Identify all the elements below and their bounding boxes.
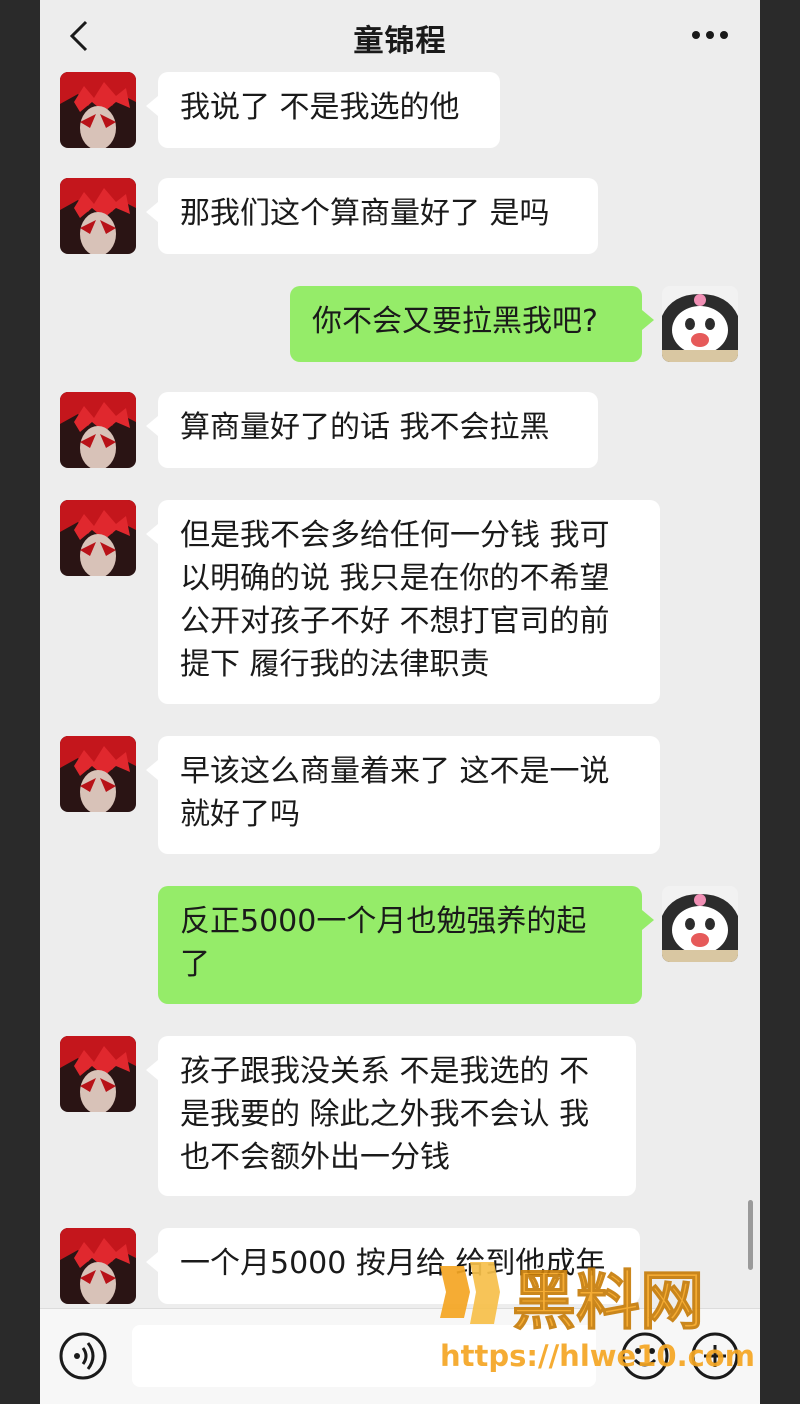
bottom-input-bar <box>40 1308 760 1404</box>
chat-title: 童锦程 <box>353 24 447 59</box>
user-avatar[interactable] <box>662 286 738 362</box>
contact-avatar[interactable] <box>60 392 136 468</box>
plus-icon[interactable] <box>690 1331 740 1381</box>
contact-avatar[interactable] <box>60 1036 136 1112</box>
top-bar: 童锦程 <box>40 0 760 72</box>
message-bubble-outgoing[interactable]: 你不会又要拉黑我吧? <box>290 286 654 362</box>
message-bubble-incoming[interactable]: 但是我不会多给任何一分钱 我可 以明确的说 我只是在你的不希望 公开对孩子不好 … <box>146 500 660 704</box>
contact-avatar[interactable] <box>60 72 136 148</box>
message-bubble-outgoing[interactable]: 反正5000一个月也勉强养的起 了 <box>158 886 654 1004</box>
message-bubble-incoming[interactable]: 我说了 不是我选的他 <box>146 72 500 148</box>
message-bubble-incoming[interactable]: 算商量好了的话 我不会拉黑 <box>146 392 598 468</box>
message-bubble-incoming[interactable]: 孩子跟我没关系 不是我选的 不 是我要的 除此之外我不会认 我 也不会额外出一分… <box>146 1036 636 1196</box>
contact-avatar[interactable] <box>60 500 136 576</box>
voice-icon[interactable] <box>58 1331 108 1381</box>
scrollbar[interactable] <box>748 1200 753 1270</box>
message-bubble-incoming[interactable]: 那我们这个算商量好了 是吗 <box>146 178 598 254</box>
message-input[interactable] <box>132 1325 596 1387</box>
message-bubble-incoming[interactable]: 一个月5000 按月给 给到他成年 <box>146 1228 640 1304</box>
user-avatar[interactable] <box>662 886 738 962</box>
contact-avatar[interactable] <box>60 178 136 254</box>
contact-avatar[interactable] <box>60 736 136 812</box>
message-bubble-incoming[interactable]: 早该这么商量着来了 这不是一说 就好了吗 <box>146 736 660 854</box>
emoji-icon[interactable] <box>620 1331 670 1381</box>
chat-screen: 童锦程 我说了 不是我选的他 那我们这个算商量好了 是吗 你不会又要拉黑我吧? <box>40 0 760 1404</box>
contact-avatar[interactable] <box>60 1228 136 1304</box>
more-dots-icon[interactable] <box>688 22 732 48</box>
